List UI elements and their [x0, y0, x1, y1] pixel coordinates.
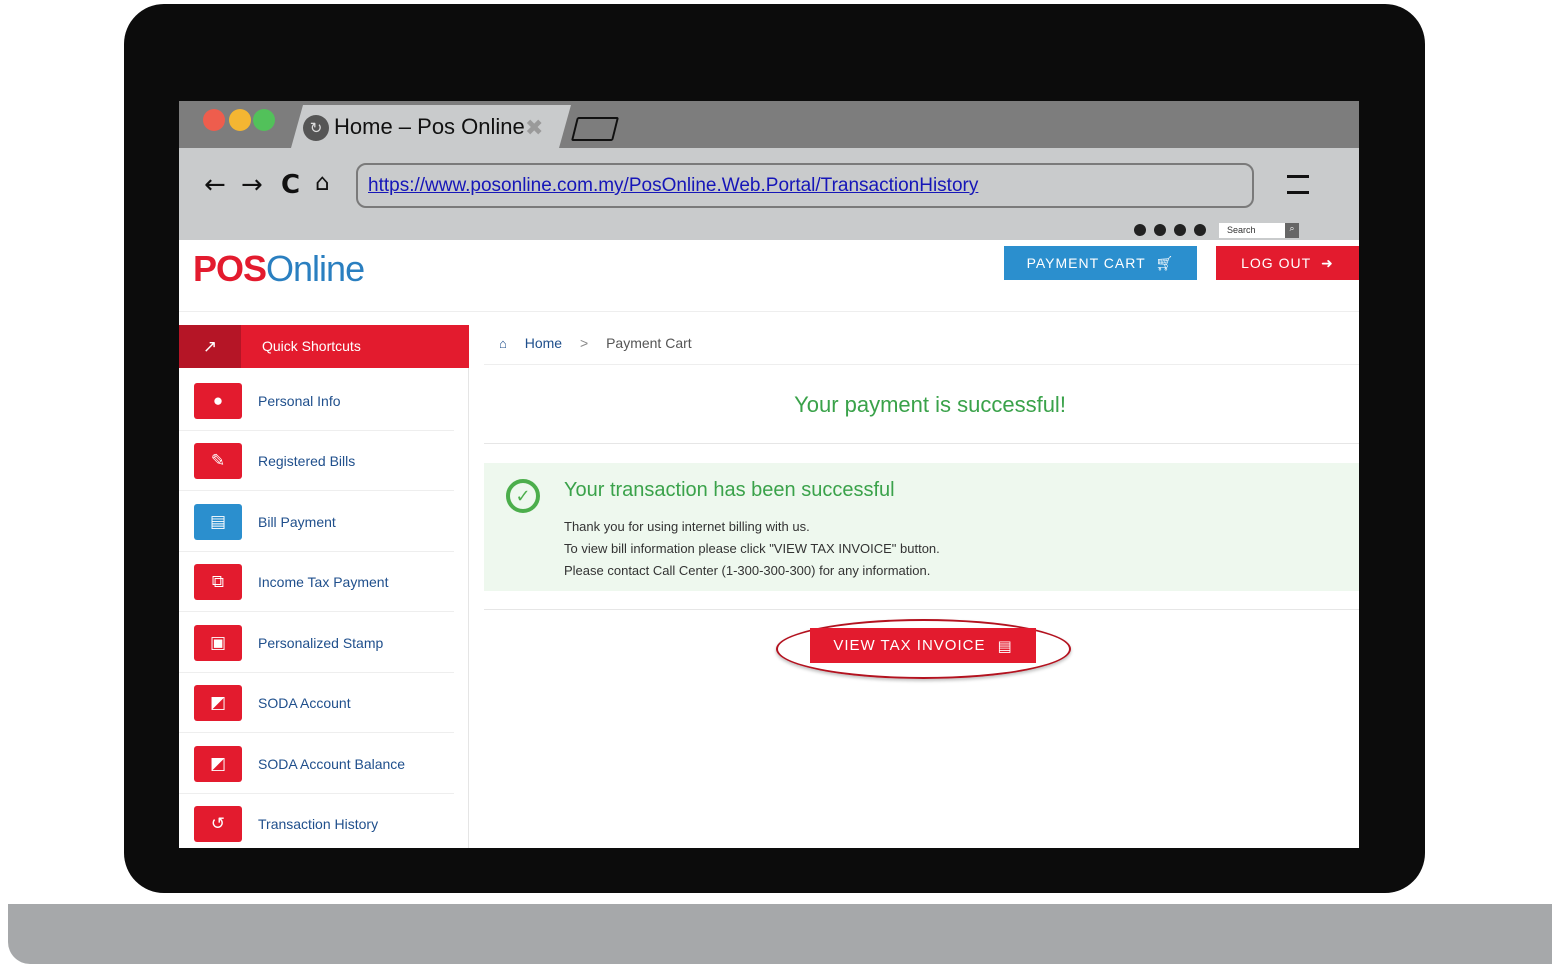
breadcrumb: ⌂ Home > Payment Cart — [499, 335, 692, 351]
payment-cart-label: PAYMENT CART — [1026, 255, 1146, 271]
breadcrumb-home-link[interactable]: Home — [525, 335, 562, 351]
home-icon[interactable]: ⌂ — [315, 170, 330, 196]
divider — [484, 364, 1359, 365]
sidebar-item-soda-account-balance[interactable]: ◩ SODA Account Balance — [179, 734, 454, 794]
twitter-icon[interactable] — [1154, 224, 1166, 236]
site-search-input[interactable]: Search — [1219, 223, 1285, 238]
payment-success-headline: Your payment is successful! — [794, 392, 1066, 417]
reload-icon[interactable]: C — [281, 170, 300, 200]
divider — [484, 443, 1359, 444]
instagram-icon[interactable] — [1194, 224, 1206, 236]
url-text[interactable]: https://www.posonline.com.my/PosOnline.W… — [368, 175, 978, 197]
logout-button[interactable]: LOG OUT ➜ — [1216, 246, 1359, 280]
cart-icon: 🛒︎ — [1155, 254, 1175, 271]
check-circle-icon: ✓ — [506, 479, 540, 513]
menu-icon[interactable] — [1287, 175, 1309, 207]
sidebar-item-bill-payment[interactable]: ▤ Bill Payment — [179, 492, 454, 552]
sidebar: ↗ Quick Shortcuts ● Personal Info ✎ Regi… — [179, 325, 469, 848]
success-title: Your transaction has been successful — [564, 479, 895, 501]
breadcrumb-separator: > — [580, 335, 589, 351]
document-icon: ▤ — [194, 504, 242, 540]
browser-window: ↻ Home – Pos Online ✖ ← → C ⌂ https://ww… — [179, 101, 1359, 848]
facebook-icon[interactable] — [1134, 224, 1146, 236]
search-icon[interactable]: ⌕ — [1285, 223, 1299, 238]
share-icon: ↗ — [179, 325, 241, 368]
document-icon: ▤ — [997, 637, 1013, 655]
home-icon[interactable]: ⌂ — [499, 336, 507, 351]
image-file-icon: ◩ — [194, 685, 242, 721]
history-icon: ↺ — [194, 806, 242, 842]
quick-shortcuts-header[interactable]: ↗ Quick Shortcuts — [179, 325, 469, 368]
success-message-line: To view bill information please click "V… — [564, 541, 940, 556]
sidebar-item-income-tax-payment[interactable]: ⧉ Income Tax Payment — [179, 552, 454, 612]
edit-icon: ✎ — [194, 443, 242, 479]
success-message-panel: ✓ Your transaction has been successful T… — [484, 463, 1359, 591]
globe-icon: ↻ — [303, 115, 329, 141]
new-tab-button[interactable] — [571, 117, 619, 141]
minimize-window-button[interactable] — [229, 109, 251, 131]
tab-close-icon[interactable]: ✖ — [525, 115, 543, 141]
sidebar-item-label: Personal Info — [258, 393, 341, 409]
logout-label: LOG OUT — [1241, 255, 1312, 271]
sidebar-item-label: Income Tax Payment — [258, 574, 389, 590]
site-header: POSOnline PAYMENT CART 🛒︎ LOG OUT ➜ — [179, 240, 1359, 312]
sidebar-item-label: SODA Account — [258, 695, 351, 711]
sidebar-item-label: Registered Bills — [258, 453, 356, 469]
sidebar-item-registered-bills[interactable]: ✎ Registered Bills — [179, 431, 454, 491]
view-tax-invoice-label: VIEW TAX INVOICE — [833, 637, 986, 654]
tab-title[interactable]: Home – Pos Online — [334, 114, 525, 140]
sign-out-icon: ➜ — [1321, 254, 1334, 271]
sidebar-item-personalized-stamp[interactable]: ▣ Personalized Stamp — [179, 613, 454, 673]
close-window-button[interactable] — [203, 109, 225, 131]
sidebar-item-personal-info[interactable]: ● Personal Info — [179, 371, 454, 431]
code-file-icon: ⧉ — [194, 564, 242, 600]
back-arrow-icon[interactable]: ← — [204, 170, 226, 200]
quick-shortcuts-label: Quick Shortcuts — [262, 338, 361, 354]
sidebar-item-label: SODA Account Balance — [258, 756, 406, 772]
user-icon: ● — [194, 383, 242, 419]
image-file-icon: ◩ — [194, 746, 242, 782]
sidebar-item-label: Personalized Stamp — [258, 635, 384, 651]
payment-cart-button[interactable]: PAYMENT CART 🛒︎ — [1004, 246, 1197, 280]
id-card-icon: ▣ — [194, 625, 242, 661]
address-bar[interactable]: https://www.posonline.com.my/PosOnline.W… — [356, 163, 1254, 208]
success-message-line: Please contact Call Center (1-300-300-30… — [564, 563, 931, 578]
divider — [484, 609, 1359, 610]
pos-online-logo[interactable]: POSOnline — [193, 248, 365, 290]
breadcrumb-current: Payment Cart — [606, 335, 692, 351]
sidebar-item-soda-account[interactable]: ◩ SODA Account — [179, 673, 454, 733]
tab-bar: ↻ Home – Pos Online ✖ — [179, 101, 1359, 148]
success-message-line: Thank you for using internet billing wit… — [564, 519, 810, 534]
sidebar-item-transaction-history[interactable]: ↺ Transaction History — [179, 794, 454, 848]
forward-arrow-icon[interactable]: → — [241, 170, 263, 200]
laptop-base — [8, 904, 1552, 964]
sidebar-item-label: Bill Payment — [258, 514, 336, 530]
view-tax-invoice-button[interactable]: VIEW TAX INVOICE ▤ — [810, 628, 1036, 663]
youtube-icon[interactable] — [1174, 224, 1186, 236]
maximize-window-button[interactable] — [253, 109, 275, 131]
sidebar-item-label: Transaction History — [258, 816, 379, 832]
